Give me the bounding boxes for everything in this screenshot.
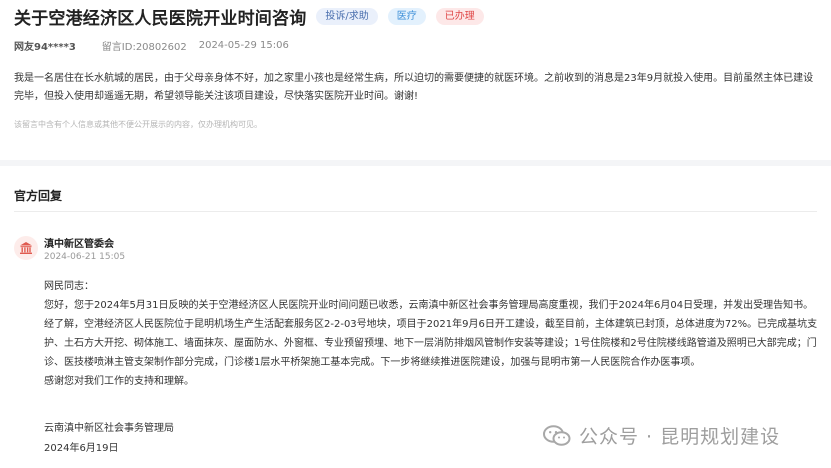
page-title: 关于空港经济区人民医院开业时间咨询 <box>14 8 307 29</box>
message-id: 留言ID:20802602 <box>101 42 187 53</box>
signature-org: 云南滇中新区社会事务管理局 <box>44 423 174 434</box>
watermark: 公众号 · 昆明规划建设 <box>543 422 780 449</box>
signature-date: 2024年6月19日 <box>44 443 119 454</box>
category-tag[interactable]: 投诉/求助 <box>316 7 378 25</box>
user-name: 网友94****3 <box>14 42 76 53</box>
wechat-icon <box>543 424 571 447</box>
question-time: 2024-05-29 15:06 <box>198 40 289 51</box>
status-badge: 已办理 <box>435 7 484 25</box>
reply-greeting: 网民同志： <box>44 281 94 292</box>
question-meta: 网友94****3 留言ID:20802602 2024-05-29 15:06 <box>14 38 289 53</box>
reply-heading: 官方回复 <box>14 189 63 203</box>
title-row: 关于空港经济区人民医院开业时间咨询 投诉/求助 医疗 已办理 <box>14 4 494 29</box>
page: 关于空港经济区人民医院开业时间咨询 投诉/求助 医疗 已办理 网友94****3… <box>0 0 831 468</box>
reply-org-name: 滇中新区管委会 <box>44 239 114 250</box>
reply-time: 2024-06-21 15:05 <box>44 252 126 262</box>
reply-paragraph: 感谢您对我们工作的支持和理解。 <box>44 376 194 387</box>
field-tag[interactable]: 医疗 <box>387 7 426 25</box>
watermark-text: 公众号 · 昆明规划建设 <box>579 426 781 448</box>
privacy-notice: 该留言中含有个人信息或其他不便公开展示的内容，仅办理机构可见。 <box>14 120 262 129</box>
question-content: 我是一名居住在长水航城的居民，由于父母亲身体不好，加之家里小孩也是经常生病，所以… <box>14 73 814 102</box>
government-building-icon <box>14 236 38 260</box>
reply-content: 网民同志： 您好，您于2024年5月31日反映的关于空港经济区人民医院开业时间问… <box>44 277 819 391</box>
section-divider <box>0 160 831 166</box>
reply-paragraph: 您好，您于2024年5月31日反映的关于空港经济区人民医院开业时间问题已收悉，云… <box>44 300 814 311</box>
tag-list: 投诉/求助 医疗 已办理 <box>316 7 493 25</box>
reply-divider <box>14 211 817 212</box>
reply-paragraph: 经了解，空港经济区人民医院位于昆明机场生产生活配套服务区2-2-03号地块，项目… <box>44 319 818 368</box>
